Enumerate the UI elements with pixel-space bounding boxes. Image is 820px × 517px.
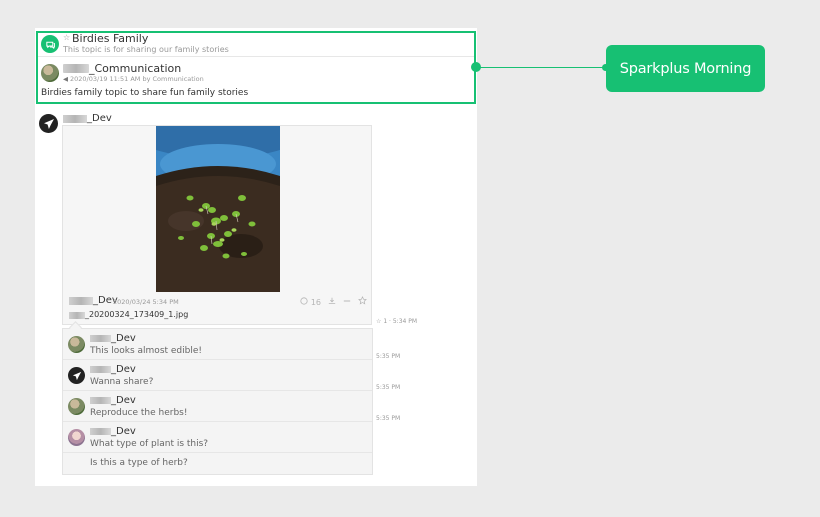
comment-text: Wanna share? [90,377,154,387]
comment-icon [300,296,308,305]
topic-title: Birdies Family [72,32,149,45]
announcement-speaker-icon: ◀ [63,75,68,83]
comment-author[interactable]: _Dev [111,364,136,375]
favorite-star-icon[interactable]: ☆ [63,33,70,42]
file-side-info: ☆ 1 · 5:34 PM [376,318,418,325]
comment-author[interactable]: _Dev [111,395,136,406]
image-preview[interactable] [156,126,280,292]
announcement-avatar[interactable] [41,64,59,82]
download-icon[interactable] [328,297,336,307]
comment-avatar[interactable] [68,398,85,415]
comment-author[interactable]: _Dev [111,426,136,437]
comment-item: _Dev This looks almost edible! [63,329,372,360]
comment-time: 5:35 PM [376,384,401,391]
comment-time: 5:35 PM [376,353,401,360]
connector-line [480,67,607,68]
seedling-photo [156,126,280,292]
unread-star-icon: ☆ [376,318,382,325]
comment-item: Is this a type of herb? [63,453,372,475]
message-avatar[interactable] [39,114,58,133]
blurred-name [69,297,93,305]
comment-item: _Dev Reproduce the herbs! [63,391,372,422]
airplane-icon [72,371,81,380]
blurred-name [90,335,111,342]
topic-header: ☆ Birdies Family This topic is for shari… [38,32,474,57]
comment-item: _Dev Wanna share? [63,360,372,391]
comment-text: This looks almost edible! [90,346,203,356]
comment-text: What type of plant is this? [90,439,209,449]
topic-chat-icon [41,35,59,53]
announcement-author[interactable]: _Communication [89,62,181,75]
announcement-meta: ◀ 2020/03/19 11:51 AM by Communication [63,75,204,83]
file-actions: 16 [300,296,367,307]
comment-avatar[interactable] [68,336,85,353]
comment-author[interactable]: _Dev [111,333,136,344]
comment-avatar[interactable] [68,367,85,384]
blurred-name [69,312,85,319]
comment-count[interactable]: 16 [300,296,321,307]
file-timestamp: 2020/03/24 5:34 PM [113,298,179,306]
announcement-body: Birdies family topic to share fun family… [41,88,249,98]
blurred-name [63,64,89,73]
file-attachment-card[interactable]: _Dev 2020/03/24 5:34 PM 16 _20200324_173… [62,125,372,325]
star-icon[interactable] [358,296,367,307]
comment-avatar[interactable] [68,429,85,446]
blurred-name [90,428,111,435]
file-name[interactable]: _20200324_173409_1.jpg [85,310,188,319]
blurred-name [90,366,111,373]
comment-text: Reproduce the herbs! [90,408,188,418]
comment-thread: _Dev This looks almost edible! _Dev Wann… [62,328,373,475]
message-author[interactable]: _Dev [87,113,112,124]
callout-label: Sparkplus Morning [606,45,765,92]
comment-time: 5:35 PM [376,415,401,422]
blurred-name [90,397,111,404]
topic-info-block: ☆ Birdies Family This topic is for shari… [36,31,476,104]
comment-item: _Dev What type of plant is this? [63,422,372,453]
blurred-name [63,115,87,123]
airplane-icon [43,118,54,129]
more-icon[interactable] [343,297,351,307]
topic-description: This topic is for sharing our family sto… [63,45,229,54]
comment-text: Is this a type of herb? [90,458,188,468]
